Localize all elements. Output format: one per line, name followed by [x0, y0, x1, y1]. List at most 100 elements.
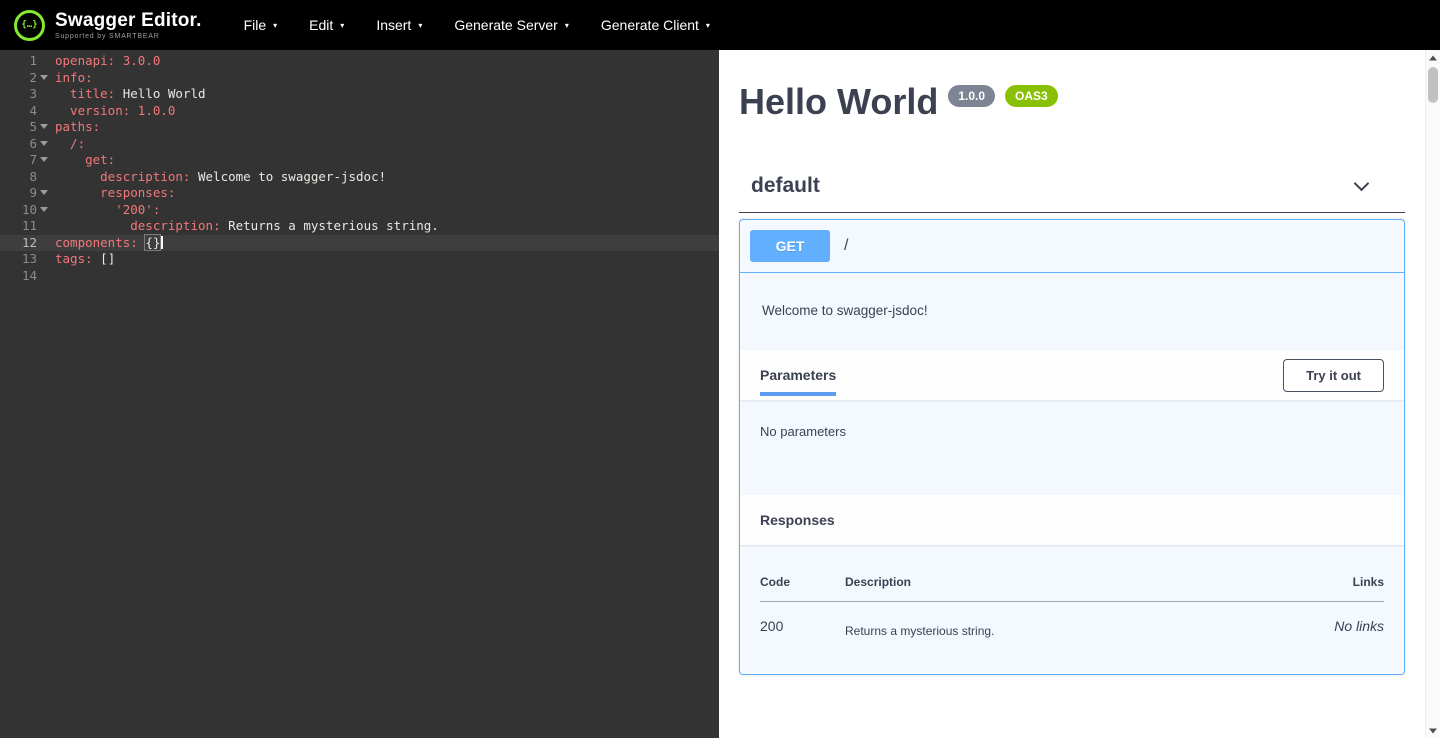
code-text: paths:	[50, 119, 100, 136]
line-number: 5	[0, 119, 50, 136]
code-text	[50, 268, 55, 285]
code-text: get:	[50, 152, 115, 169]
tag-section-default[interactable]: default	[739, 168, 1405, 213]
col-code: Code	[760, 545, 845, 602]
no-parameters-text: No parameters	[740, 400, 1404, 495]
fold-toggle-icon[interactable]	[40, 141, 48, 146]
caret-down-icon: ▾	[565, 21, 569, 30]
editor-line-2[interactable]: 2info:	[0, 70, 719, 87]
editor-line-1[interactable]: 1openapi: 3.0.0	[0, 53, 719, 70]
editor-line-11[interactable]: 11 description: Returns a mysterious str…	[0, 218, 719, 235]
line-number: 6	[0, 136, 50, 153]
code-text: title: Hello World	[50, 86, 206, 103]
menu-insert[interactable]: Insert ▾	[360, 0, 438, 50]
fold-toggle-icon[interactable]	[40, 75, 48, 80]
responses-table-wrap: Code Description Links 200Returns a myst…	[740, 545, 1404, 674]
line-number: 11	[0, 218, 50, 235]
responses-header: Responses	[740, 495, 1404, 545]
responses-table: Code Description Links 200Returns a myst…	[760, 545, 1384, 648]
topbar: {…} Swagger Editor. Supported by SMARTBE…	[0, 0, 1440, 50]
line-number: 4	[0, 103, 50, 120]
api-info: Hello World 1.0.0 OAS3	[739, 84, 1405, 120]
brand[interactable]: {…} Swagger Editor. Supported by SMARTBE…	[0, 10, 216, 41]
scroll-up-icon[interactable]	[1426, 50, 1440, 65]
response-row-200: 200Returns a mysterious string.No links	[760, 602, 1384, 649]
vertical-scrollbar[interactable]	[1425, 50, 1440, 738]
menu-label: Insert	[376, 17, 411, 33]
fold-toggle-icon[interactable]	[40, 190, 48, 195]
menu-label: Edit	[309, 17, 333, 33]
code-text: components: {}	[50, 235, 163, 252]
menu-generate-client[interactable]: Generate Client▾	[585, 0, 726, 50]
scroll-down-icon[interactable]	[1426, 723, 1440, 738]
code-text: '200':	[50, 202, 160, 219]
line-number: 2	[0, 70, 50, 87]
code-text: description: Returns a mysterious string…	[50, 218, 439, 235]
response-description: Returns a mysterious string.	[845, 602, 1294, 649]
line-number: 3	[0, 86, 50, 103]
ui-content: Hello World 1.0.0 OAS3 default GET / Wel…	[719, 84, 1425, 675]
brand-text: Swagger Editor. Supported by SMARTBEAR	[55, 11, 202, 40]
fold-toggle-icon[interactable]	[40, 157, 48, 162]
get-method-button[interactable]: GET	[750, 230, 830, 262]
line-number: 9	[0, 185, 50, 202]
swagger-logo-icon: {…}	[14, 10, 45, 41]
operation-path: /	[844, 237, 848, 255]
editor-line-8[interactable]: 8 description: Welcome to swagger-jsdoc!	[0, 169, 719, 186]
responses-table-body: 200Returns a mysterious string.No links	[760, 602, 1384, 649]
tab-parameters[interactable]: Parameters	[760, 367, 836, 383]
menu-generate-server[interactable]: Generate Server ▾	[438, 0, 585, 50]
opblock-get: GET / Welcome to swagger-jsdoc! Paramete…	[739, 219, 1405, 675]
editor-line-7[interactable]: 7 get:	[0, 152, 719, 169]
scrollbar-thumb[interactable]	[1428, 67, 1438, 103]
line-number: 10	[0, 202, 50, 219]
col-description: Description	[845, 545, 1294, 602]
menu-edit[interactable]: Edit ▾	[293, 0, 360, 50]
line-number: 14	[0, 268, 50, 285]
code-text: description: Welcome to swagger-jsdoc!	[50, 169, 386, 186]
editor-lines: 1openapi: 3.0.02info:3 title: Hello Worl…	[0, 53, 719, 284]
oas3-badge: OAS3	[1005, 85, 1058, 107]
editor-line-12[interactable]: 12components: {}	[0, 235, 719, 252]
yaml-editor[interactable]: 1openapi: 3.0.02info:3 title: Hello Worl…	[0, 50, 719, 738]
menu-label: Generate Server	[454, 17, 558, 33]
editor-line-6[interactable]: 6 /:	[0, 136, 719, 153]
line-number: 8	[0, 169, 50, 186]
fold-toggle-icon[interactable]	[40, 124, 48, 129]
responses-title: Responses	[760, 512, 835, 528]
editor-line-13[interactable]: 13tags: []	[0, 251, 719, 268]
fold-toggle-icon[interactable]	[40, 207, 48, 212]
response-code: 200	[760, 602, 845, 649]
line-number: 13	[0, 251, 50, 268]
caret-down-icon: ▾	[706, 21, 710, 30]
chevron-down-icon[interactable]	[1354, 175, 1370, 191]
editor-line-4[interactable]: 4 version: 1.0.0	[0, 103, 719, 120]
code-text: /:	[50, 136, 85, 153]
line-number: 7	[0, 152, 50, 169]
response-links: No links	[1294, 602, 1384, 649]
parameters-header: Parameters Try it out	[740, 350, 1404, 400]
code-text: openapi: 3.0.0	[50, 53, 160, 70]
app-title: Swagger Editor.	[55, 11, 202, 30]
editor-line-10[interactable]: 10 '200':	[0, 202, 719, 219]
operation-description: Welcome to swagger-jsdoc!	[740, 273, 1404, 350]
menu-file[interactable]: File▾	[228, 0, 294, 50]
text-cursor	[161, 236, 163, 249]
code-text: info:	[50, 70, 93, 87]
swagger-ui-panel: Hello World 1.0.0 OAS3 default GET / Wel…	[719, 50, 1425, 738]
code-text: responses:	[50, 185, 175, 202]
version-badge: 1.0.0	[948, 85, 995, 107]
menu-label: File	[244, 17, 267, 33]
caret-down-icon: ▾	[340, 21, 344, 30]
menu-bar: File▾Edit▾Insert▾Generate Server▾Generat…	[228, 0, 726, 50]
code-text: tags: []	[50, 251, 115, 268]
line-number: 12	[0, 235, 50, 252]
editor-line-9[interactable]: 9 responses:	[0, 185, 719, 202]
editor-line-3[interactable]: 3 title: Hello World	[0, 86, 719, 103]
editor-line-5[interactable]: 5paths:	[0, 119, 719, 136]
opblock-summary[interactable]: GET /	[740, 220, 1404, 273]
caret-down-icon: ▾	[418, 21, 422, 30]
tag-name: default	[751, 174, 820, 198]
try-it-out-button[interactable]: Try it out	[1283, 359, 1384, 392]
editor-line-14[interactable]: 14	[0, 268, 719, 285]
